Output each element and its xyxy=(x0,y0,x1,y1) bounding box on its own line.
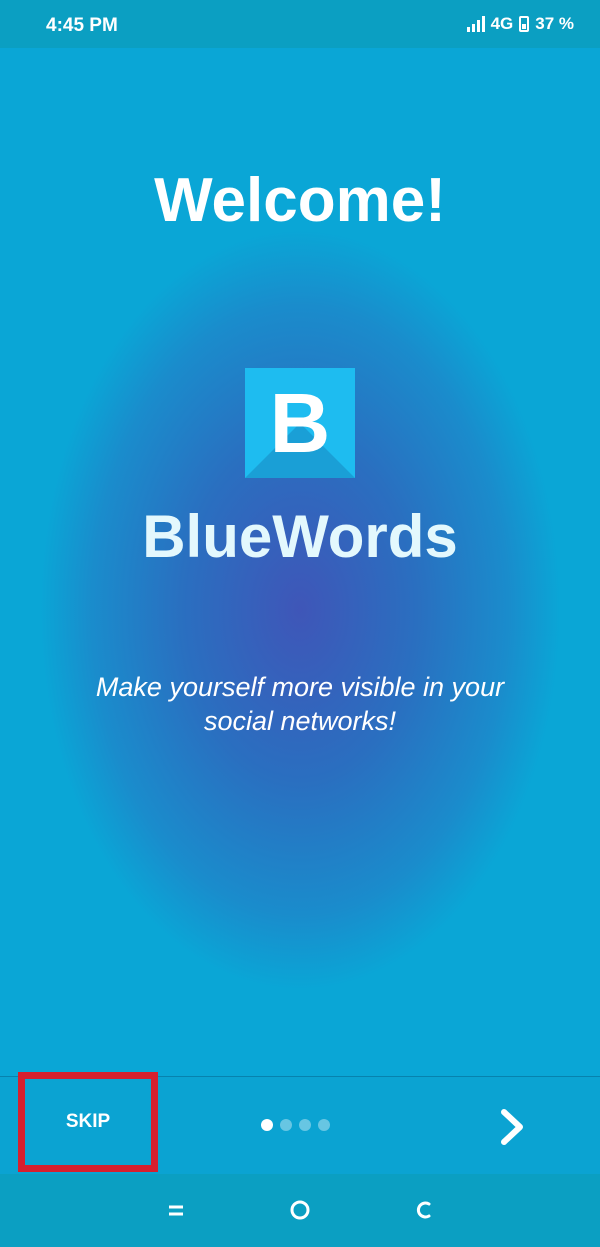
app-name: BlueWords xyxy=(142,503,458,570)
chevron-right-icon xyxy=(501,1109,523,1145)
app-logo: B xyxy=(245,368,355,478)
recents-icon[interactable] xyxy=(158,1194,194,1226)
status-bar: 4:45 PM 4G 37 % xyxy=(0,0,600,48)
skip-button[interactable]: SKIP xyxy=(18,1072,158,1172)
back-icon[interactable] xyxy=(406,1194,442,1226)
page-dot xyxy=(299,1119,311,1131)
network-type: 4G xyxy=(490,14,514,33)
page-dot xyxy=(261,1119,273,1131)
page-dot xyxy=(318,1119,330,1131)
signal-icon xyxy=(466,16,485,32)
battery-level: 37 % xyxy=(535,14,574,33)
tagline: Make yourself more visible in your socia… xyxy=(95,672,505,736)
home-icon[interactable] xyxy=(282,1194,318,1226)
page-dot xyxy=(280,1119,292,1131)
welcome-title: Welcome! xyxy=(154,166,446,235)
welcome-screen: 4:45 PM 4G 37 % Welcome! B BlueWords Mak… xyxy=(0,0,600,1247)
status-indicators: 4G 37 % xyxy=(466,14,574,34)
battery-icon xyxy=(519,16,530,32)
logo-letter: B xyxy=(269,376,331,470)
navigation-bar xyxy=(0,1174,600,1247)
page-indicator xyxy=(261,1119,330,1131)
next-button[interactable] xyxy=(488,1100,536,1154)
status-time: 4:45 PM xyxy=(46,15,118,36)
